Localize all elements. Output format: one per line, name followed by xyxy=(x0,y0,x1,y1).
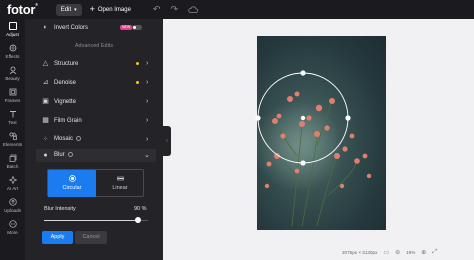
status-bar: 2075px × 3130px ▭ ⊖ 19% ⊕ ⤢ xyxy=(342,246,474,258)
zoom-out-icon[interactable]: ⊖ xyxy=(395,249,400,256)
image-dimensions: 2075px × 3130px xyxy=(342,249,378,255)
fullscreen-icon[interactable]: ⤢ xyxy=(432,249,437,256)
blur-focus-overlay xyxy=(255,70,351,166)
focus-handle-left[interactable] xyxy=(255,115,261,121)
focus-handle-top[interactable] xyxy=(300,70,306,76)
focus-handle-bottom[interactable] xyxy=(300,160,306,166)
zoom-in-icon[interactable]: ⊕ xyxy=(421,249,426,256)
focus-center-handle[interactable] xyxy=(300,115,306,121)
fit-screen-icon[interactable]: ▭ xyxy=(383,249,389,256)
zoom-level: 19% xyxy=(406,249,416,255)
focus-handle-right[interactable] xyxy=(345,115,351,121)
